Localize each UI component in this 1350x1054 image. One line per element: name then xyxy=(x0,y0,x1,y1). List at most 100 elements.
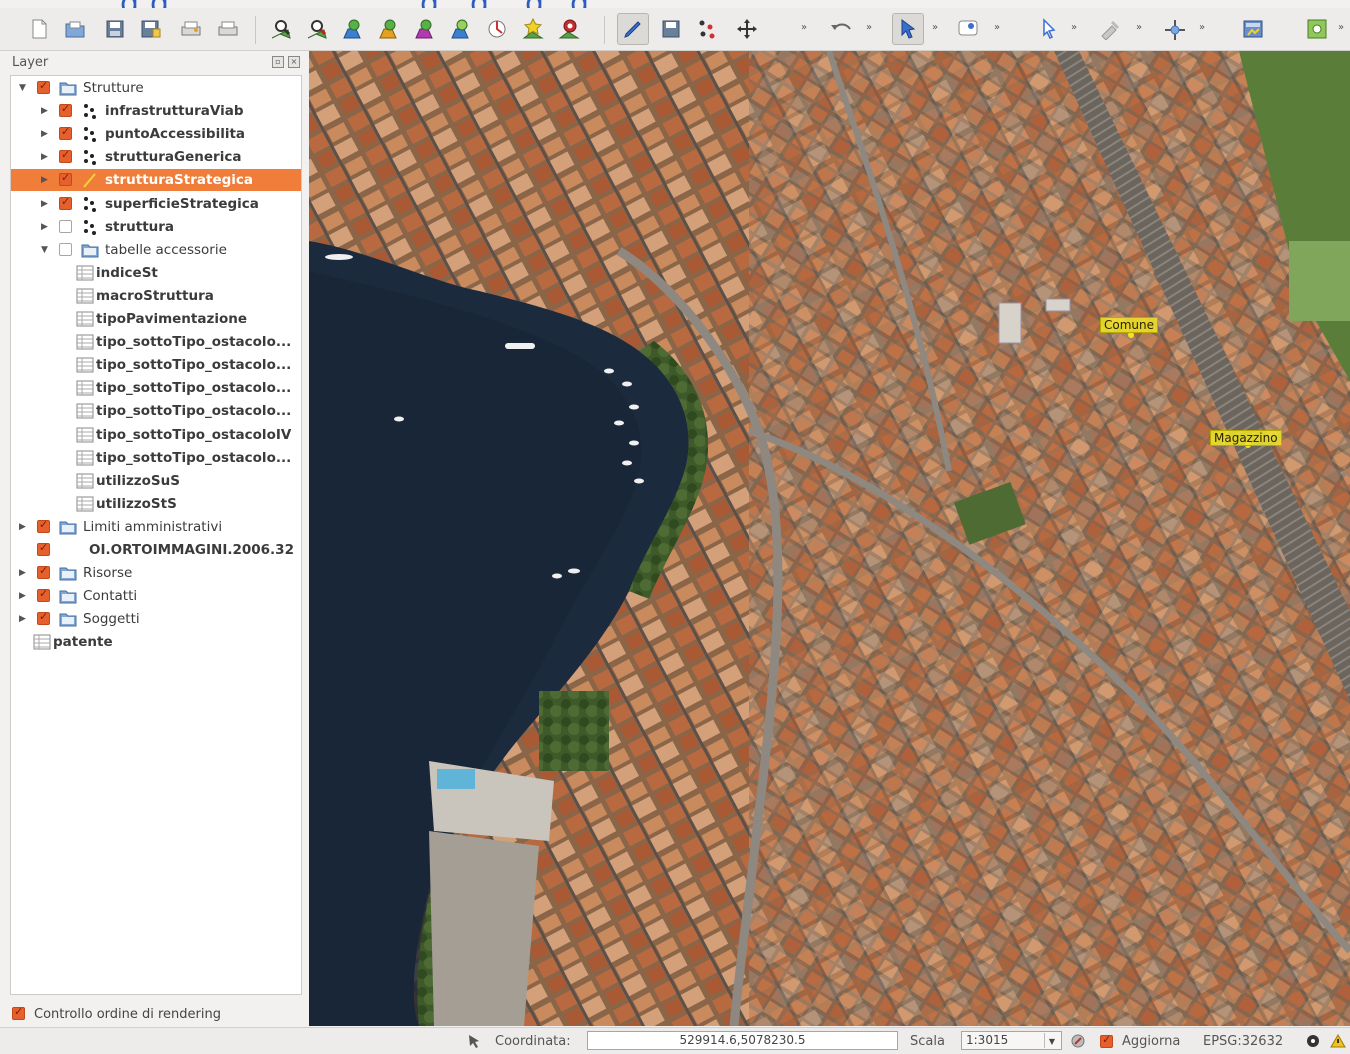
expand-arrow-icon[interactable]: ▶ xyxy=(19,590,29,602)
expand-arrow-icon[interactable]: ▶ xyxy=(19,613,29,625)
layer-visibility-checkbox[interactable] xyxy=(37,564,50,580)
layer-visibility-checkbox[interactable] xyxy=(59,148,72,164)
crs-globe-button[interactable] xyxy=(1305,1034,1321,1052)
toolbar-overflow-button[interactable]: » xyxy=(1071,22,1077,33)
layer-tree-row[interactable]: tipo_sottoTipo_ostacolo... xyxy=(11,377,301,399)
new-project-button[interactable] xyxy=(26,16,52,42)
layer-tree-row[interactable]: tipo_sottoTipo_ostacolo... xyxy=(11,331,301,353)
layer-tree-row[interactable]: tipoPavimentazione xyxy=(11,308,301,330)
print-composer-button[interactable] xyxy=(178,16,204,42)
layer-tree-row[interactable]: ▶ struttura xyxy=(11,216,301,238)
layer-tree-row[interactable]: ▶ puntoAccessibilita xyxy=(11,123,301,145)
layer-tree-row[interactable]: ▶ Contatti xyxy=(11,585,301,607)
layer-tree-row[interactable]: ▶ Limiti amministrativi xyxy=(11,516,301,538)
zoom-full-button[interactable] xyxy=(412,16,438,42)
layer-visibility-checkbox[interactable] xyxy=(59,219,72,233)
toolbar-overflow-button[interactable]: » xyxy=(1199,22,1205,33)
layer-tree-row[interactable]: tipo_sottoTipo_ostacolo... xyxy=(11,400,301,422)
expand-arrow-icon[interactable]: ▶ xyxy=(41,174,51,186)
layer-tree-row[interactable]: ▼ Strutture xyxy=(11,77,301,99)
layer-tree-row[interactable]: patente xyxy=(11,631,301,653)
undo-button[interactable] xyxy=(828,16,854,42)
toolbar-overflow-button[interactable]: » xyxy=(1136,22,1142,33)
print-button[interactable] xyxy=(215,16,241,42)
zoom-last-icon xyxy=(522,18,544,39)
expand-arrow-icon[interactable]: ▶ xyxy=(41,198,51,210)
layer-tree-row[interactable]: ▶ Soggetti xyxy=(11,608,301,630)
move-feature-button[interactable] xyxy=(734,16,760,42)
toolbar-overflow-button[interactable]: » xyxy=(801,22,807,33)
expand-arrow-icon[interactable]: ▶ xyxy=(41,128,51,140)
layer-tree-row[interactable]: utilizzoStS xyxy=(11,493,301,515)
expand-arrow-icon[interactable]: ▶ xyxy=(41,105,51,117)
identify-button[interactable] xyxy=(892,13,924,45)
layer-visibility-checkbox[interactable] xyxy=(59,102,72,118)
layer-tree-row[interactable]: utilizzoSuS xyxy=(11,470,301,492)
zoom-selection-button[interactable] xyxy=(484,16,510,42)
map-tips-button[interactable] xyxy=(955,16,981,42)
layer-tree-row[interactable]: tipo_sottoTipo_ostacolo... xyxy=(11,447,301,469)
layer-tree-row[interactable]: indiceSt xyxy=(11,262,301,284)
layer-visibility-checkbox[interactable] xyxy=(37,79,50,94)
scale-combo[interactable]: 1:3015 ▼ xyxy=(961,1031,1062,1050)
save-project-button[interactable] xyxy=(102,16,128,42)
zoom-layer-button[interactable] xyxy=(448,16,474,42)
messages-button[interactable] xyxy=(1330,1034,1346,1052)
refresh-button[interactable] xyxy=(556,16,582,42)
layer-visibility-checkbox[interactable] xyxy=(37,518,50,533)
save-as-button[interactable] xyxy=(138,16,164,42)
layer-visibility-checkbox[interactable] xyxy=(59,195,72,210)
float-panel-button[interactable]: ▫ xyxy=(272,56,284,68)
save-edits-button[interactable] xyxy=(658,16,684,42)
pan-map-button[interactable] xyxy=(268,16,294,42)
measure-button[interactable] xyxy=(1099,16,1125,42)
database-button[interactable] xyxy=(1240,16,1266,42)
toolbar-overflow-button[interactable]: » xyxy=(994,22,1000,33)
select-button[interactable] xyxy=(1036,16,1062,42)
layer-visibility-checkbox[interactable] xyxy=(37,541,50,556)
layer-visibility-checkbox[interactable] xyxy=(59,242,72,256)
layer-visibility-checkbox[interactable] xyxy=(59,125,72,141)
layer-tree-row[interactable]: macroStruttura xyxy=(11,285,301,307)
toolbar-overflow-button[interactable]: » xyxy=(866,22,872,33)
toggle-editing-button[interactable] xyxy=(617,13,649,45)
layer-visibility-checkbox[interactable] xyxy=(37,610,50,626)
layer-tree-row[interactable]: tipo_sottoTipo_ostacoloIV xyxy=(11,424,301,446)
layer-tree-row[interactable]: ▶ infrastrutturaViab xyxy=(11,100,301,122)
map-canvas[interactable]: Comune Magazzino xyxy=(309,51,1350,1026)
expand-arrow-icon[interactable]: ▶ xyxy=(19,567,29,579)
collapse-arrow-icon[interactable]: ▼ xyxy=(41,244,51,256)
render-checkbox[interactable] xyxy=(1100,1033,1113,1048)
digitize-button[interactable] xyxy=(1162,16,1188,42)
layer-tree-row[interactable]: ▶ strutturaGenerica xyxy=(11,146,301,168)
plugin-button[interactable] xyxy=(1304,16,1330,42)
layer-tree-row[interactable]: OI.ORTOIMMAGINI.2006.32 xyxy=(11,539,301,561)
coordinate-toggle[interactable] xyxy=(466,1034,482,1052)
render-order-checkbox[interactable] xyxy=(12,1005,25,1020)
layer-tree-row[interactable]: ▶ superficieStrategica xyxy=(11,193,301,215)
zoom-last-button[interactable] xyxy=(520,16,546,42)
layer-visibility-checkbox[interactable] xyxy=(59,171,72,187)
add-feature-button[interactable] xyxy=(694,16,720,42)
expand-arrow-icon[interactable]: ▶ xyxy=(19,521,29,533)
layer-visibility-checkbox[interactable] xyxy=(37,587,50,603)
open-project-button[interactable] xyxy=(62,16,88,42)
mouse-pointer-icon xyxy=(469,1035,479,1048)
stop-render-button[interactable] xyxy=(1071,1034,1087,1052)
pan-to-selection-button[interactable] xyxy=(304,16,330,42)
toolbar-overflow-button[interactable]: » xyxy=(1338,22,1344,33)
layer-tree-row[interactable]: ▼ tabelle accessorie xyxy=(11,239,301,261)
render-order-control[interactable]: Controllo ordine di rendering xyxy=(10,1003,302,1025)
crs-label[interactable]: EPSG:32632 xyxy=(1203,1034,1283,1049)
layer-tree-row[interactable]: ▶ strutturaStrategica xyxy=(11,169,301,192)
close-panel-button[interactable]: × xyxy=(288,56,300,68)
expand-arrow-icon[interactable]: ▶ xyxy=(41,151,51,163)
layer-tree-row[interactable]: tipo_sottoTipo_ostacolo... xyxy=(11,354,301,376)
coordinate-field[interactable]: 529914.6,5078230.5 xyxy=(587,1031,898,1050)
zoom-out-button[interactable] xyxy=(376,16,402,42)
layer-tree-row[interactable]: ▶ Risorse xyxy=(11,562,301,584)
expand-arrow-icon[interactable]: ▶ xyxy=(41,221,51,233)
toolbar-overflow-button[interactable]: » xyxy=(932,22,938,33)
zoom-in-button[interactable] xyxy=(340,16,366,42)
collapse-arrow-icon[interactable]: ▼ xyxy=(19,82,29,94)
